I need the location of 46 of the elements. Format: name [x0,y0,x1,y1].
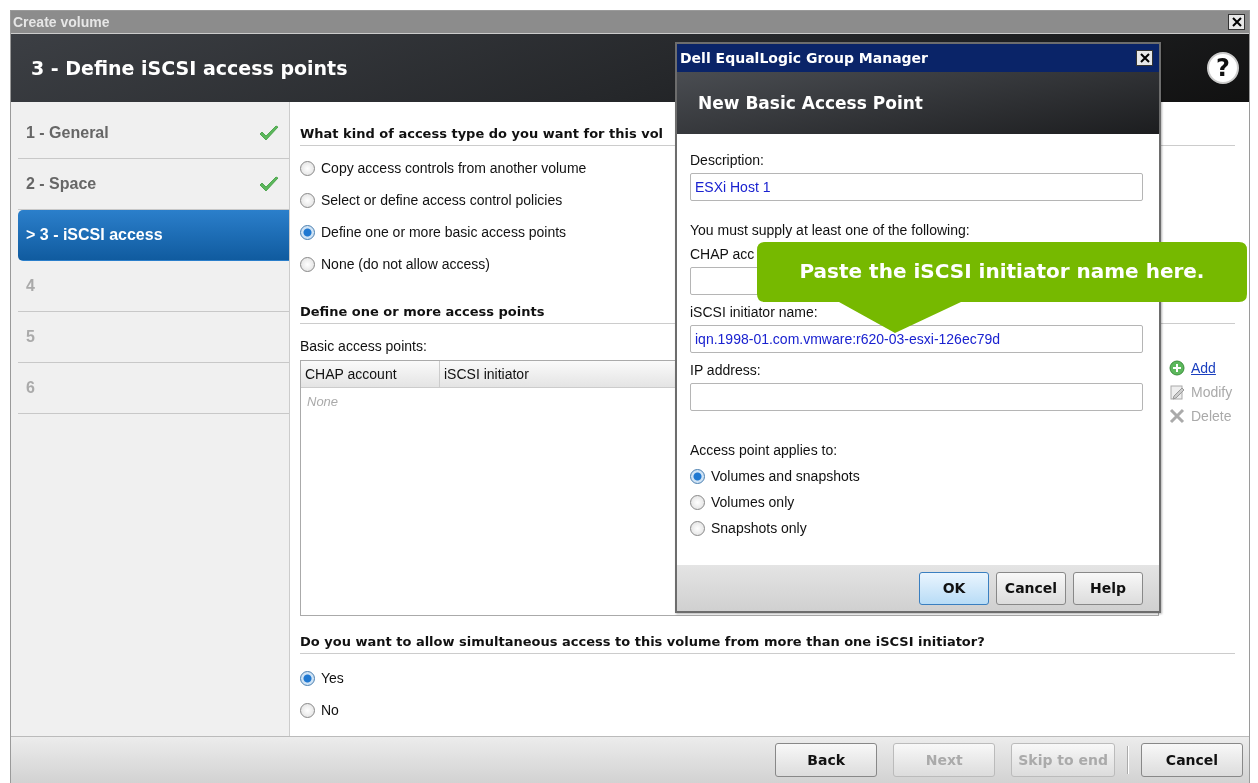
help-button[interactable]: ? [1207,52,1239,84]
dialog-title: Dell EqualLogic Group Manager [680,50,928,66]
section-heading: Do you want to allow simultaneous access to this volume from more than one iSCSI initiator? [300,616,1235,654]
dialog-button[interactable]: Help [1073,571,1143,605]
field-label: IP address: [690,361,761,380]
close-button[interactable] [1136,50,1153,66]
column-header[interactable]: CHAP account [301,361,440,387]
instruction-text: You must supply at least one of the following: [690,221,970,240]
radio-button[interactable] [300,670,315,686]
cancel-button[interactable]: Cancel [1141,743,1243,777]
radio-option[interactable]: Volumes only [690,489,799,515]
radio-option[interactable]: Snapshots only [690,515,811,541]
plus-icon [1169,360,1185,376]
empty-text: None [306,393,340,411]
radio-button[interactable] [300,702,315,718]
field-label: CHAP acc [690,245,755,264]
field-label: Access point applies to: [690,441,838,460]
x-icon [1169,408,1185,424]
wizard-step[interactable]: 1 - General [18,108,289,159]
radio-button[interactable] [300,256,315,272]
radio-button[interactable] [690,494,705,510]
page-title: 3 - Define iSCSI access points [31,57,348,79]
window-title: Create volume [13,14,110,30]
radio-option[interactable]: Select or define access control policies [300,184,567,216]
radio-option[interactable]: None (do not allow access) [300,248,494,280]
dialog-button[interactable]: Cancel [996,571,1066,605]
input-field[interactable] [690,383,1143,411]
wizard-step[interactable]: > 3 - iSCSI access [18,210,289,261]
radio-option[interactable]: Yes [300,662,348,694]
table-label: Basic access points: [300,337,427,356]
radio-button[interactable] [300,224,315,240]
radio-button[interactable] [690,468,705,484]
radio-option[interactable]: Volumes and snapshots [690,463,864,489]
pencil-icon [1169,384,1185,400]
radio-option[interactable]: Copy access controls from another volume [300,152,591,184]
radio-option[interactable]: No [300,694,343,726]
close-button[interactable] [1228,14,1245,30]
dialog-button[interactable]: OK [919,571,989,605]
radio-button[interactable] [690,520,705,536]
radio-button[interactable] [300,160,315,176]
field-label: Description: [690,151,764,170]
radio-option[interactable]: Define one or more basic access points [300,216,571,248]
nav-button[interactable]: Back [775,743,878,777]
radio-button[interactable] [300,192,315,208]
description-field[interactable]: ESXi Host 1 [690,173,1143,201]
action-link[interactable]: Add [1169,360,1216,376]
